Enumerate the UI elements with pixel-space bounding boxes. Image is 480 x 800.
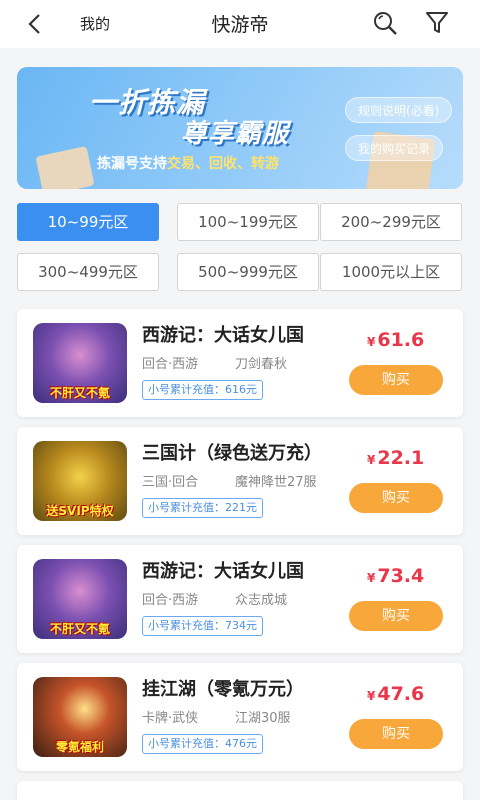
thumbnail-caption: 零氪福利: [55, 740, 104, 754]
banner-subline-prefix: 拣漏号支持: [97, 156, 167, 172]
game-tags: 回合·西游: [142, 593, 199, 608]
game-name: 三国计（绿色送万充）: [142, 443, 322, 464]
price-value: 47.6: [377, 683, 425, 705]
page-title: 快游帝: [211, 14, 269, 36]
server-name: 刀剑春秋: [235, 357, 288, 372]
top-bar: 我的 快游帝: [0, 0, 480, 48]
game-name: 西游记：大话女儿国: [142, 325, 304, 346]
buy-button[interactable]: 购买: [349, 601, 443, 631]
banner-subline-highlight: 交易、回收、转游: [167, 156, 279, 172]
price: ¥22.1: [367, 447, 424, 469]
range-button-1000-plus[interactable]: 1000元以上区: [320, 253, 462, 291]
ticket-decoration: [35, 146, 95, 189]
game-thumbnail: 零氪福利: [33, 677, 127, 757]
game-tags: 卡牌·武侠: [142, 711, 199, 726]
buy-button[interactable]: 购买: [349, 719, 443, 749]
game-thumbnail: 送SVIP特权: [33, 441, 127, 521]
thumbnail-caption: 不肝又不氪: [49, 386, 110, 400]
thumbnail-caption: 送SVIP特权: [46, 504, 114, 518]
listing-card[interactable]: 送SVIP特权 三国计（绿色送万充） 三国·回合 魔神降世27服 小号累计充值：…: [17, 427, 463, 535]
currency-symbol: ¥: [367, 453, 376, 467]
banner-subline: 拣漏号支持交易、回收、转游: [97, 153, 279, 173]
currency-symbol: ¥: [367, 335, 376, 349]
server-name: 江湖30服: [235, 711, 291, 726]
listing-card[interactable]: 零氪福利 挂江湖（零氪万元） 卡牌·武侠 江湖30服 小号累计充值：476元 ¥…: [17, 663, 463, 771]
search-icon: [374, 12, 397, 35]
game-name: 西游记：大话女儿国: [142, 561, 304, 582]
buy-button[interactable]: 购买: [349, 365, 443, 395]
search-button[interactable]: [372, 10, 398, 36]
promo-banner[interactable]: 一折拣漏 尊享霸服 拣漏号支持交易、回收、转游 规则说明(必看) 我的购买记录: [17, 67, 463, 189]
range-button-500-999[interactable]: 500~999元区: [177, 253, 319, 291]
filter-icon: [426, 12, 448, 33]
currency-symbol: ¥: [367, 689, 376, 703]
currency-symbol: ¥: [367, 571, 376, 585]
price-value: 61.6: [377, 329, 425, 351]
game-thumbnail: 不肝又不氪: [33, 323, 127, 403]
price-value: 73.4: [377, 565, 425, 587]
buy-button[interactable]: 购买: [349, 483, 443, 513]
range-button-10-99[interactable]: 10~99元区: [17, 203, 159, 241]
thumbnail-caption: 不肝又不氪: [49, 622, 110, 636]
server-name: 魔神降世27服: [235, 475, 317, 490]
server-name: 众志成城: [235, 593, 288, 608]
price: ¥61.6: [367, 329, 424, 351]
rules-button[interactable]: 规则说明(必看): [345, 97, 453, 123]
price-value: 22.1: [377, 447, 425, 469]
listing-card[interactable]: 不肝又不氪 西游记：大话女儿国 回合·西游 众志成城 小号累计充值：734元 ¥…: [17, 545, 463, 653]
banner-headline: 尊享霸服: [181, 119, 290, 149]
recharge-badge: 小号累计充值：616元: [142, 380, 263, 400]
recharge-badge: 小号累计充值：734元: [142, 616, 263, 636]
recharge-badge: 小号累计充值：221元: [142, 498, 263, 518]
listing-card-partial[interactable]: [17, 781, 463, 800]
filter-button[interactable]: [424, 10, 450, 36]
range-button-200-299[interactable]: 200~299元区: [320, 203, 462, 241]
game-name: 挂江湖（零氪万元）: [142, 679, 304, 700]
range-button-100-199[interactable]: 100~199元区: [177, 203, 319, 241]
range-button-300-499[interactable]: 300~499元区: [17, 253, 159, 291]
recharge-badge: 小号累计充值：476元: [142, 734, 263, 754]
price: ¥73.4: [367, 565, 424, 587]
game-tags: 回合·西游: [142, 357, 199, 372]
price: ¥47.6: [367, 683, 424, 705]
game-thumbnail: 不肝又不氪: [33, 559, 127, 639]
listing-card[interactable]: 不肝又不氪 西游记：大话女儿国 回合·西游 刀剑春秋 小号累计充值：616元 ¥…: [17, 309, 463, 417]
game-tags: 三国·回合: [142, 475, 199, 490]
purchase-records-button[interactable]: 我的购买记录: [345, 135, 444, 161]
